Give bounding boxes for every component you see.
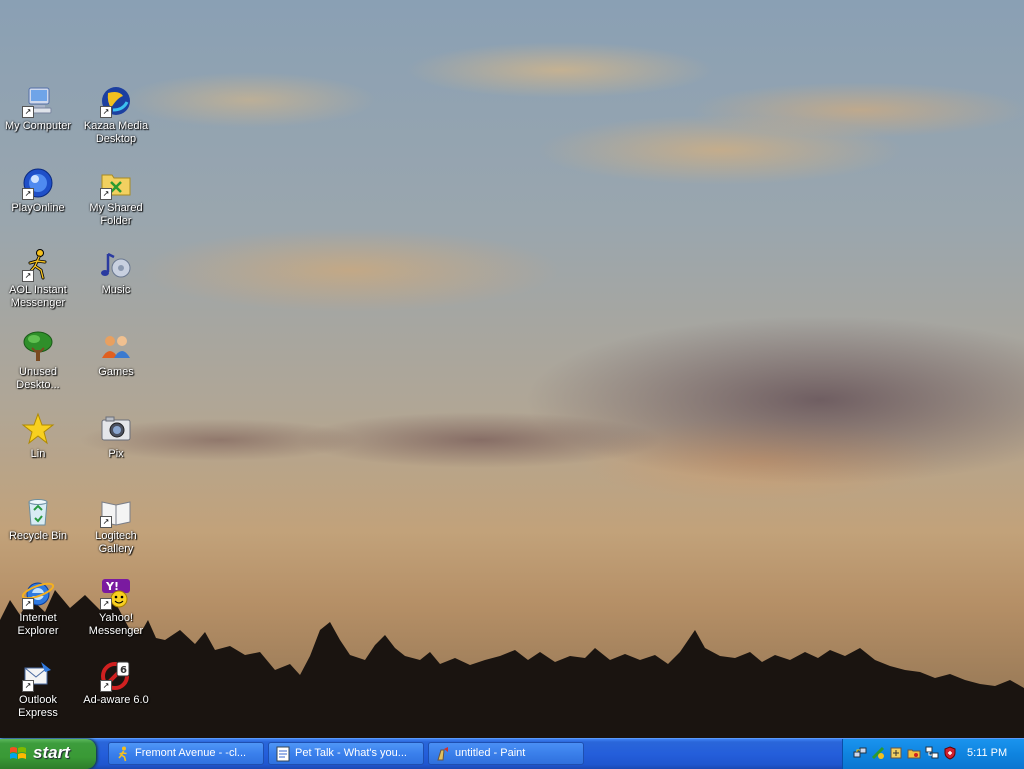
shortcut-arrow-icon: ↗ [22,598,34,610]
start-label: start [33,743,70,762]
task-button-fremont-avenue[interactable]: Fremont Avenue - -cl... [108,742,264,765]
recycle-bin-icon [21,494,55,528]
desktop-icon-games[interactable]: Games [78,330,154,379]
task-button-pet-talk[interactable]: Pet Talk - What's you... [268,742,424,765]
clock[interactable]: 5:11 PM [967,747,1007,759]
folder-tray-icon[interactable] [907,746,921,760]
shortcut-arrow-icon: ↗ [100,598,112,610]
task-label: Pet Talk - What's you... [295,747,407,759]
aim-icon: ↗ [21,248,55,282]
desktop-icon-ad-aware[interactable]: 6 ↗ Ad-aware 6.0 [78,658,154,707]
desktop-icon-internet-explorer[interactable]: ↗ Internet Explorer [0,576,76,638]
icon-label: Lin [30,448,46,460]
shared-folder-icon: ↗ [99,166,133,200]
start-button[interactable]: start [0,739,96,769]
desktop-icon-my-computer[interactable]: ↗ My Computer [0,84,76,133]
desktop-icon-aim[interactable]: ↗ AOL Instant Messenger [0,248,76,310]
icon-label: Yahoo! Messenger [88,612,144,637]
icon-label: Kazaa Media Desktop [83,120,149,145]
desktop-icon-kazaa[interactable]: ↗ Kazaa Media Desktop [78,84,154,146]
gallery-icon: ↗ [99,494,133,528]
task-button-paint[interactable]: untitled - Paint [428,742,584,765]
desktop-icon-unused-desktop[interactable]: Unused Deskto... [0,330,76,392]
games-icon [99,330,133,364]
shortcut-arrow-icon: ↗ [22,680,34,692]
svg-text:6: 6 [120,665,127,676]
document-icon [276,746,290,762]
shortcut-arrow-icon: ↗ [22,270,34,282]
system-tray: 5:11 PM [842,739,1024,769]
windows-flag-icon [10,747,26,759]
icon-label: Ad-aware 6.0 [83,694,149,706]
desktop[interactable]: ↗ My Computer ↗ PlayOnline ↗ AOL Instant… [0,0,1024,738]
icon-label: PlayOnline [11,202,65,214]
tree-icon [21,330,55,364]
icon-label: Recycle Bin [8,530,68,542]
yahoo-icon: Y! ↗ [99,576,133,610]
task-label: Fremont Avenue - -cl... [135,747,247,759]
desktop-icon-lin[interactable]: Lin [0,412,76,461]
monitor-tray-icon[interactable] [925,746,939,760]
desktop-icon-yahoo-messenger[interactable]: Y! ↗ Yahoo! Messenger [78,576,154,638]
aim-runner-icon [118,746,127,762]
icon-label: Pix [108,448,124,460]
desktop-icon-outlook-express[interactable]: ↗ Outlook Express [0,658,76,720]
shortcut-arrow-icon: ↗ [100,106,112,118]
music-icon [99,248,133,282]
icon-label: Internet Explorer [17,612,59,637]
security-icon[interactable] [889,746,903,760]
paint-icon [437,747,448,761]
icon-label: Unused Deskto... [16,366,60,391]
desktop-icon-my-shared-folder[interactable]: ↗ My Shared Folder [78,166,154,228]
icon-label: Outlook Express [18,694,58,719]
icon-label: Logitech Gallery [95,530,137,555]
ie-icon: ↗ [21,576,55,610]
desktop-icon-playonline[interactable]: ↗ PlayOnline [0,166,76,215]
shortcut-arrow-icon: ↗ [22,106,34,118]
kazaa-icon: ↗ [99,84,133,118]
shortcut-arrow-icon: ↗ [100,516,112,528]
desktop-icon-pix[interactable]: Pix [78,412,154,461]
camera-icon [99,412,133,446]
icon-label: Games [98,366,134,378]
icon-label: AOL Instant Messenger [9,284,67,309]
update-icon[interactable] [871,746,885,760]
desktop-icon-recycle-bin[interactable]: Recycle Bin [0,494,76,543]
task-label: untitled - Paint [455,747,526,759]
playonline-icon: ↗ [21,166,55,200]
outlook-icon: ↗ [21,658,55,692]
desktop-icon-logitech-gallery[interactable]: ↗ Logitech Gallery [78,494,154,556]
my-computer-icon: ↗ [21,84,55,118]
adaware-icon: 6 ↗ [99,658,133,692]
network-icon[interactable] [853,746,867,760]
shortcut-arrow-icon: ↗ [100,680,112,692]
icon-label: Music [101,284,131,296]
icon-label: My Computer [4,120,72,132]
shortcut-arrow-icon: ↗ [22,188,34,200]
shield-tray-icon[interactable] [943,746,957,760]
star-icon [21,412,55,446]
desktop-icon-music[interactable]: Music [78,248,154,297]
taskbar: start Fremont Avenue - -cl... Pet Talk -… [0,738,1024,769]
shortcut-arrow-icon: ↗ [100,188,112,200]
icon-label: My Shared Folder [89,202,143,227]
